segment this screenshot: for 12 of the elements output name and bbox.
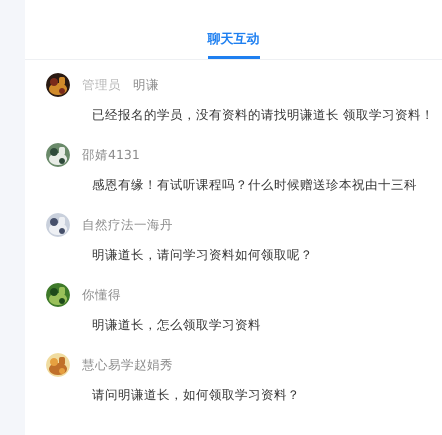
- message-text: 请问明谦道长，如何领取学习资料？: [92, 387, 301, 404]
- tab[interactable]: 聊天互动: [208, 28, 260, 59]
- user-role: 管理员: [82, 76, 121, 94]
- message-text: 明谦道长，请问学习资料如何领取呢？: [92, 247, 314, 264]
- message-text: 感恩有缘！有试听课程吗？什么时候赠送珍本祝由十三科: [92, 177, 418, 194]
- user-name: 明谦: [133, 76, 159, 94]
- user-name: 你懂得: [82, 286, 121, 304]
- user-name: 邵婧4131: [82, 146, 140, 164]
- user-name: 慧心易学赵娟秀: [82, 356, 173, 374]
- message-text: 已经报名的学员，没有资料的请找明谦道长 领取学习资料！: [92, 107, 435, 124]
- message-text: 明谦道长，怎么领取学习资料: [92, 317, 262, 334]
- user-name: 自然疗法一海丹: [82, 216, 173, 234]
